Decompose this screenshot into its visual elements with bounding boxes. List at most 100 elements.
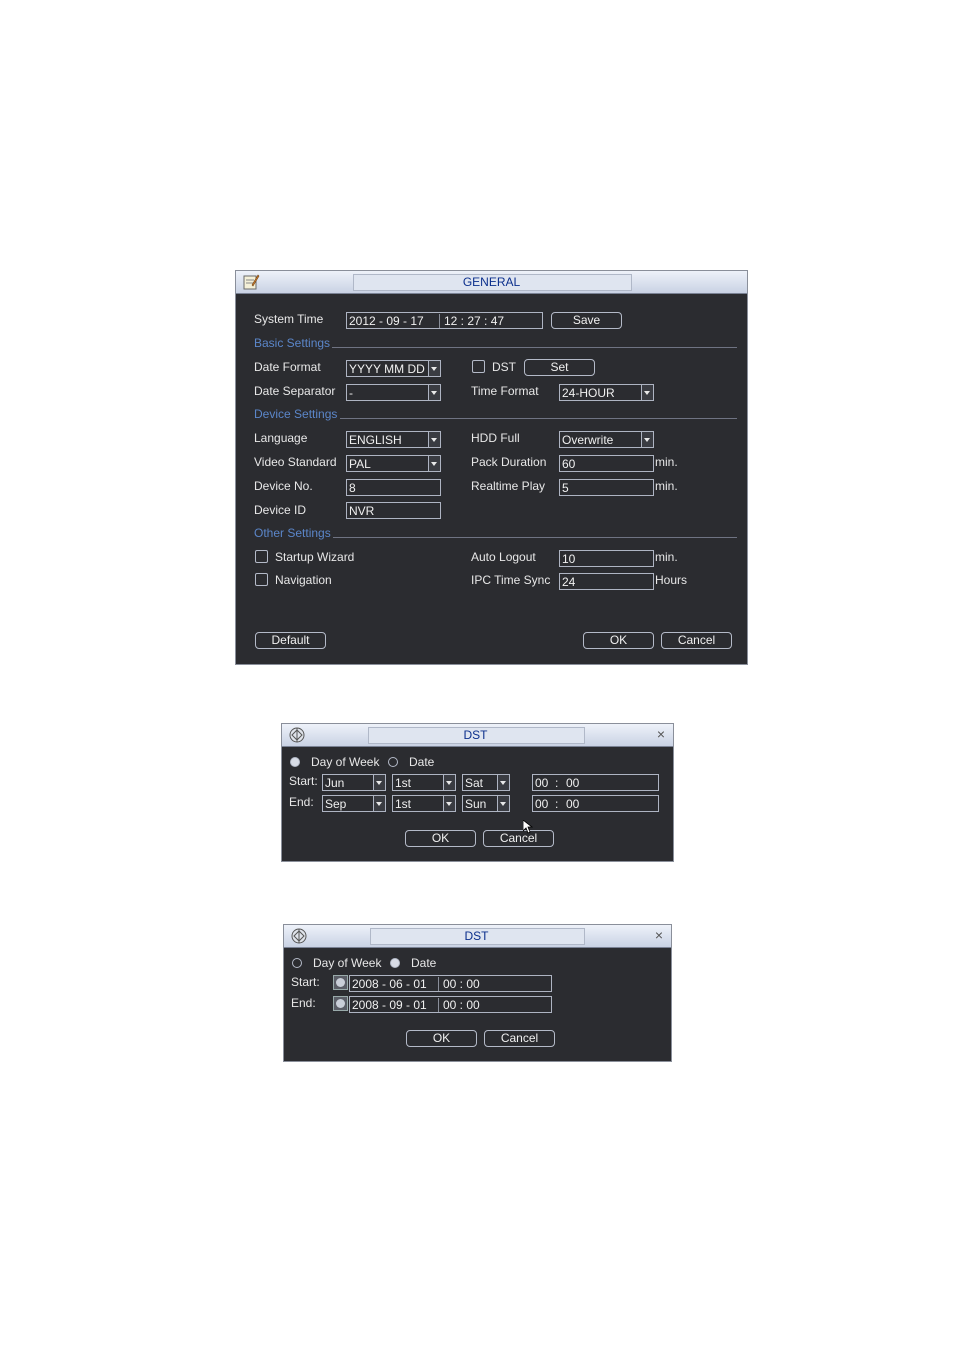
start-month-value: Jun — [325, 776, 345, 790]
mouse-pointer-icon — [523, 820, 533, 834]
date-format-label: Date Format — [254, 360, 321, 374]
end-time-value[interactable]: 00 : 00 — [443, 997, 480, 1012]
date-radio[interactable] — [390, 958, 400, 968]
hdd-full-select[interactable]: Overwrite — [559, 431, 654, 448]
chevron-down-icon[interactable] — [428, 432, 440, 447]
globe-clock-icon — [289, 727, 305, 743]
start-time-field[interactable]: 00 : 00 — [532, 774, 659, 791]
calendar-icon[interactable] — [333, 996, 348, 1011]
auto-logout-label: Auto Logout — [471, 550, 536, 564]
start-day-select[interactable]: Sat — [462, 774, 510, 791]
chevron-down-icon[interactable] — [497, 775, 509, 790]
language-select[interactable]: ENGLISH — [346, 431, 441, 448]
realtime-play-label: Realtime Play — [471, 479, 546, 493]
end-time-field[interactable]: 00 : 00 — [532, 795, 659, 812]
ipc-time-sync-unit: Hours — [655, 573, 688, 587]
chevron-down-icon[interactable] — [373, 796, 385, 811]
dst-week-titlebar: DST × — [282, 724, 673, 747]
chevron-down-icon[interactable] — [497, 796, 509, 811]
device-no-label: Device No. — [254, 479, 313, 493]
startup-wizard-label: Startup Wizard — [275, 550, 355, 564]
ok-button[interactable]: OK — [405, 830, 476, 847]
date-format-value: YYYY MM DD — [349, 362, 425, 376]
start-time-hour[interactable]: 00 — [535, 776, 548, 790]
hdd-full-value: Overwrite — [562, 433, 614, 447]
day-of-week-label: Day of Week — [313, 956, 382, 970]
date-format-select[interactable]: YYYY MM DD — [346, 360, 441, 377]
start-time-value[interactable]: 00 : 00 — [443, 976, 480, 991]
general-titlebar: GENERAL — [236, 271, 747, 294]
start-label: Start: — [291, 975, 320, 989]
day-of-week-radio[interactable] — [290, 757, 300, 767]
system-time-field[interactable]: 2012 - 09 - 17 12 : 27 : 47 — [346, 312, 543, 329]
pack-duration-input[interactable]: 60 — [559, 455, 654, 472]
dst-checkbox[interactable] — [472, 360, 485, 373]
save-button[interactable]: Save — [551, 312, 622, 329]
chevron-down-icon[interactable] — [443, 796, 455, 811]
navigation-checkbox[interactable] — [255, 573, 268, 586]
time-colon: : — [555, 797, 559, 811]
auto-logout-unit: min. — [655, 550, 678, 564]
date-time-divider — [439, 314, 440, 328]
end-week-select[interactable]: 1st — [392, 795, 456, 812]
end-label: End: — [289, 795, 314, 809]
video-standard-value: PAL — [349, 457, 371, 471]
start-datetime-field[interactable]: 2008 - 06 - 01 00 : 00 — [349, 975, 552, 992]
chevron-down-icon[interactable] — [443, 775, 455, 790]
dst-week-title: DST — [463, 728, 488, 742]
cancel-button[interactable]: Cancel — [661, 632, 732, 649]
end-time-minute[interactable]: 00 — [566, 796, 579, 811]
startup-wizard-checkbox[interactable] — [255, 550, 268, 563]
close-icon[interactable]: × — [655, 928, 663, 942]
device-no-input[interactable]: 8 — [346, 479, 441, 496]
chevron-down-icon[interactable] — [373, 775, 385, 790]
default-button[interactable]: Default — [255, 632, 326, 649]
start-month-select[interactable]: Jun — [322, 774, 386, 791]
dst-week-window: DST × Day of Week Date Start: Jun 1st Sa… — [281, 723, 674, 862]
dst-date-titlebar: DST × — [284, 925, 671, 948]
system-date-value[interactable]: 2012 - 09 - 17 — [349, 314, 424, 328]
auto-logout-input[interactable]: 10 — [559, 550, 654, 567]
end-time-hour[interactable]: 00 — [535, 797, 548, 811]
language-label: Language — [254, 431, 308, 445]
chevron-down-icon[interactable] — [428, 385, 440, 400]
other-settings-divider — [333, 537, 737, 538]
chevron-down-icon[interactable] — [641, 432, 653, 447]
system-time-label: System Time — [254, 312, 324, 326]
realtime-play-input[interactable]: 5 — [559, 479, 654, 496]
ipc-time-sync-input[interactable]: 24 — [559, 573, 654, 590]
general-window: GENERAL System Time 2012 - 09 - 17 12 : … — [235, 270, 748, 665]
time-format-label: Time Format — [471, 384, 539, 398]
start-week-value: 1st — [395, 776, 412, 790]
ok-button[interactable]: OK — [583, 632, 654, 649]
end-date-value[interactable]: 2008 - 09 - 01 — [352, 998, 427, 1012]
start-date-value[interactable]: 2008 - 06 - 01 — [352, 977, 427, 991]
chevron-down-icon[interactable] — [641, 385, 653, 400]
end-month-select[interactable]: Sep — [322, 795, 386, 812]
calendar-icon[interactable] — [333, 975, 348, 990]
start-time-minute[interactable]: 00 — [566, 775, 579, 790]
close-icon[interactable]: × — [657, 727, 665, 741]
ok-button[interactable]: OK — [406, 1030, 477, 1047]
system-clock-value[interactable]: 12 : 27 : 47 — [444, 313, 504, 328]
dst-set-button[interactable]: Set — [524, 359, 595, 376]
cancel-button[interactable]: Cancel — [483, 830, 554, 847]
device-id-input[interactable]: NVR — [346, 502, 441, 519]
video-standard-select[interactable]: PAL — [346, 455, 441, 472]
cancel-button[interactable]: Cancel — [484, 1030, 555, 1047]
device-id-label: Device ID — [254, 503, 307, 517]
date-separator-select[interactable]: - — [346, 384, 441, 401]
chevron-down-icon[interactable] — [428, 361, 440, 376]
date-radio[interactable] — [388, 757, 398, 767]
chevron-down-icon[interactable] — [428, 456, 440, 471]
end-datetime-field[interactable]: 2008 - 09 - 01 00 : 00 — [349, 996, 552, 1013]
day-of-week-label: Day of Week — [311, 755, 380, 769]
end-month-value: Sep — [325, 797, 347, 811]
time-format-select[interactable]: 24-HOUR — [559, 384, 654, 401]
day-of-week-radio[interactable] — [292, 958, 302, 968]
start-week-select[interactable]: 1st — [392, 774, 456, 791]
notepad-icon — [243, 274, 260, 290]
date-separator-label: Date Separator — [254, 384, 336, 398]
end-day-select[interactable]: Sun — [462, 795, 510, 812]
date-label: Date — [409, 755, 435, 769]
